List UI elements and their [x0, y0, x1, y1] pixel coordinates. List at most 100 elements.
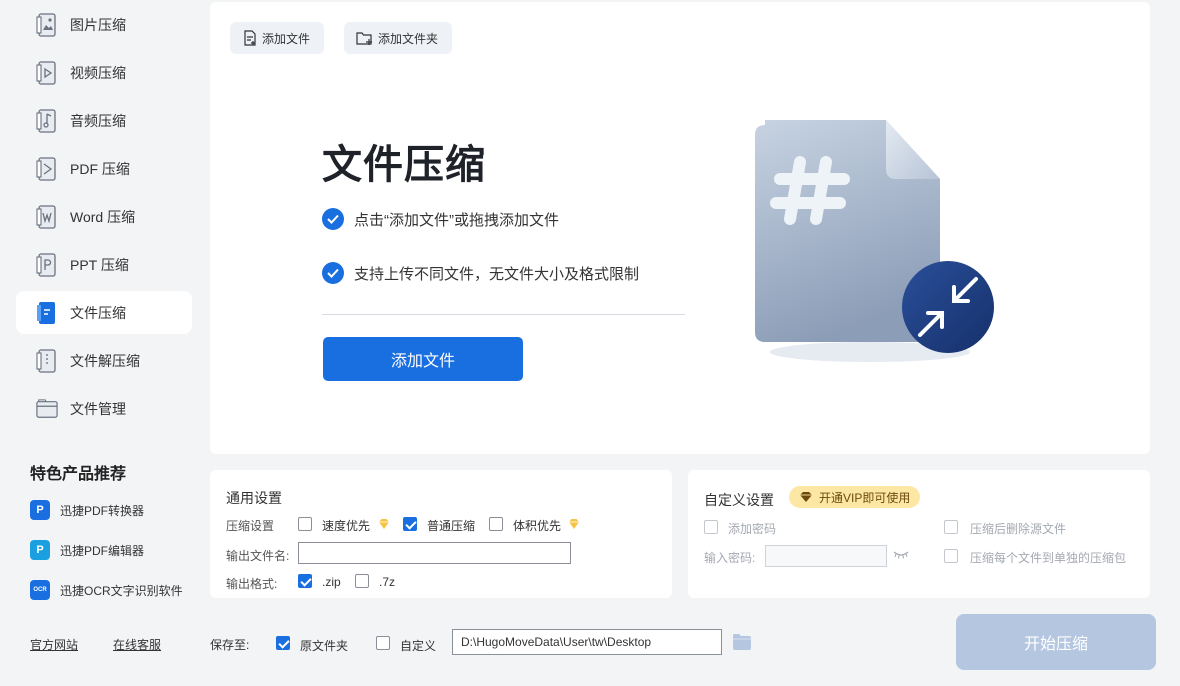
vip-badge-label: 开通VIP即可使用: [819, 490, 911, 505]
sidebar-item-pdf-compress[interactable]: PDF 压缩: [16, 147, 192, 190]
zip-format-checkbox[interactable]: [298, 574, 312, 588]
feature-item: 支持上传不同文件，无文件大小及格式限制: [322, 262, 639, 284]
sidebar-item-label: Word 压缩: [70, 208, 136, 225]
promo-label: 迅捷PDF转换器: [60, 503, 145, 518]
file-compress-illustration: [755, 120, 994, 362]
vip-upgrade-badge[interactable]: 开通VIP即可使用: [789, 486, 921, 508]
output-format-label: 输出格式:: [226, 577, 278, 591]
general-settings-title: 通用设置: [226, 490, 282, 506]
promo-item-pdf-editor[interactable]: P 迅捷PDF编辑器: [30, 540, 144, 560]
speed-priority-checkbox[interactable]: [298, 517, 312, 531]
page-title: 文件压缩: [322, 143, 486, 187]
divider: [322, 314, 685, 315]
feature-text: 点击“添加文件”或拖拽添加文件: [354, 211, 559, 229]
sidebar-item-audio-compress[interactable]: 音频压缩: [16, 99, 192, 142]
sidebar-item-label: 音频压缩: [70, 112, 126, 129]
delete-source-checkbox[interactable]: [944, 520, 958, 534]
sidebar-item-label: PDF 压缩: [70, 160, 130, 177]
sidebar-item-file-compress[interactable]: 文件压缩: [16, 291, 192, 334]
speed-priority-label: 速度优先: [322, 519, 371, 533]
ocr-icon: OCR: [30, 580, 50, 600]
separate-archive-checkbox[interactable]: [944, 549, 958, 563]
check-circle-icon: [322, 208, 344, 230]
file-decompress-icon: [36, 348, 58, 374]
normal-compress-checkbox[interactable]: [403, 517, 417, 531]
official-website-link[interactable]: 官方网站: [30, 636, 78, 653]
start-compress-button[interactable]: 开始压缩: [956, 614, 1156, 670]
add-password-label: 添加密码: [728, 522, 777, 536]
video-compress-icon: [36, 60, 58, 86]
add-file-button-label: 添加文件: [262, 31, 311, 46]
add-file-icon: [244, 30, 256, 46]
add-file-primary-button[interactable]: 添加文件: [323, 337, 523, 381]
feature-text: 支持上传不同文件，无文件大小及格式限制: [354, 265, 640, 283]
promo-title: 特色产品推荐: [30, 466, 127, 483]
sidebar-item-label: 文件管理: [70, 400, 126, 417]
custom-settings-panel: 自定义设置 开通VIP即可使用 添加密码 压缩后删除源文件 输入密码: 压缩每个…: [688, 470, 1150, 598]
eye-closed-icon[interactable]: [893, 551, 909, 559]
file-compress-icon: [36, 300, 58, 326]
promo-glyph: P: [36, 504, 44, 516]
password-label: 输入密码:: [704, 551, 756, 565]
save-to-label: 保存至:: [210, 638, 250, 652]
sidebar-item-label: 视频压缩: [70, 64, 126, 81]
7z-format-checkbox[interactable]: [355, 574, 369, 588]
zip-format-label: .zip: [322, 575, 341, 589]
promo-label: 迅捷PDF编辑器: [60, 543, 145, 558]
password-input[interactable]: [765, 545, 887, 567]
original-folder-label: 原文件夹: [300, 639, 349, 653]
size-priority-label: 体积优先: [513, 519, 562, 533]
sidebar-item-ppt-compress[interactable]: PPT 压缩: [16, 243, 192, 286]
custom-folder-checkbox[interactable]: [376, 636, 390, 650]
save-path-field[interactable]: D:\HugoMoveData\User\tw\Desktop: [452, 629, 722, 655]
separate-archive-label: 压缩每个文件到单独的压缩包: [970, 551, 1127, 565]
add-file-button[interactable]: 添加文件: [230, 22, 325, 54]
vip-diamond-icon: [379, 519, 389, 529]
audio-compress-icon: [36, 108, 58, 134]
output-filename-label: 输出文件名:: [226, 549, 290, 563]
image-compress-icon: [36, 12, 58, 38]
sidebar-item-label: 文件压缩: [70, 304, 126, 321]
delete-source-label: 压缩后删除源文件: [970, 522, 1067, 536]
pdf-editor-icon: P: [30, 540, 50, 560]
upload-panel[interactable]: 添加文件 添加文件夹 文件压缩 点击“添加文件”或拖拽添加文件 支持上传不同文件…: [210, 2, 1150, 454]
sidebar-item-label: 图片压缩: [70, 16, 126, 33]
general-settings-panel: 通用设置 压缩设置 速度优先 普通压缩 体积优先 输出文件名: 输出格式: .z…: [210, 470, 672, 598]
feature-item: 点击“添加文件”或拖拽添加文件: [322, 208, 559, 230]
sidebar-item-label: 文件解压缩: [70, 352, 140, 369]
word-compress-icon: [36, 204, 58, 230]
compress-setting-label: 压缩设置: [226, 519, 275, 533]
original-folder-checkbox[interactable]: [276, 636, 290, 650]
save-path-text: D:\HugoMoveData\User\tw\Desktop: [461, 635, 652, 649]
promo-glyph: OCR: [33, 587, 47, 593]
output-filename-input[interactable]: [298, 542, 571, 564]
folder-browse-icon[interactable]: [732, 633, 752, 651]
size-priority-checkbox[interactable]: [489, 517, 503, 531]
promo-label: 迅捷OCR文字识别软件: [60, 583, 183, 598]
add-folder-button[interactable]: 添加文件夹: [344, 22, 453, 54]
file-manage-icon: [36, 396, 58, 422]
sidebar-item-image-compress[interactable]: 图片压缩: [16, 3, 192, 46]
vip-diamond-icon: [800, 492, 812, 502]
7z-format-label: .7z: [379, 575, 396, 589]
check-circle-icon: [322, 262, 344, 284]
sidebar-item-file-decompress[interactable]: 文件解压缩: [16, 339, 192, 382]
sidebar-item-file-manage[interactable]: 文件管理: [16, 387, 192, 430]
add-folder-icon: [356, 32, 372, 45]
vip-diamond-icon: [569, 519, 579, 529]
add-folder-button-label: 添加文件夹: [378, 31, 439, 46]
pdf-compress-icon: [36, 156, 58, 182]
normal-compress-label: 普通压缩: [427, 519, 476, 533]
custom-folder-label: 自定义: [400, 639, 437, 653]
custom-settings-title: 自定义设置: [704, 492, 774, 508]
promo-glyph: P: [36, 544, 44, 556]
online-support-link[interactable]: 在线客服: [113, 636, 161, 653]
promo-item-ocr[interactable]: OCR 迅捷OCR文字识别软件: [30, 580, 183, 600]
sidebar-item-word-compress[interactable]: Word 压缩: [16, 195, 192, 238]
sidebar-item-label: PPT 压缩: [70, 256, 129, 273]
ppt-compress-icon: [36, 252, 58, 278]
sidebar-item-video-compress[interactable]: 视频压缩: [16, 51, 192, 94]
add-password-checkbox[interactable]: [704, 520, 718, 534]
promo-item-pdf-converter[interactable]: P 迅捷PDF转换器: [30, 500, 144, 520]
sidebar: 图片压缩 视频压缩 音频压缩 PDF 压缩 Word 压缩 PPT 压缩 文件压…: [0, 0, 200, 686]
